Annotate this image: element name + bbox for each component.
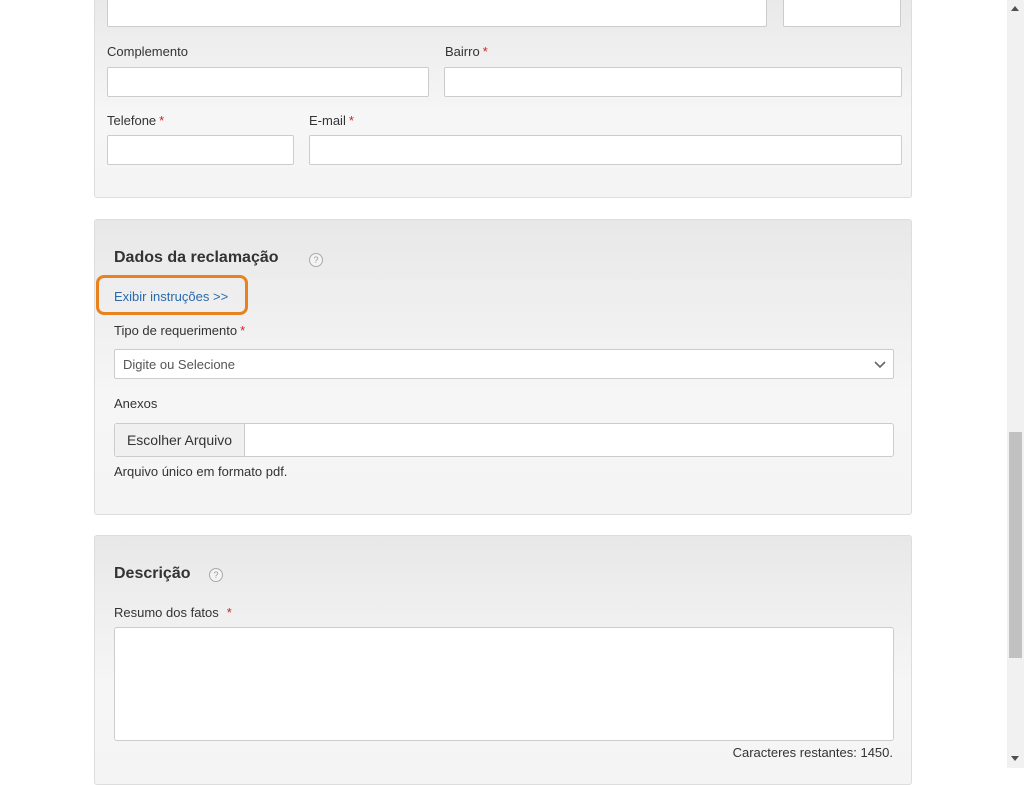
resumo-label: Resumo dos fatos *	[114, 605, 232, 620]
description-title: Descrição	[114, 565, 191, 582]
file-input[interactable]: Escolher Arquivo	[114, 423, 894, 457]
remaining-characters: Caracteres restantes: 1450.	[732, 745, 893, 760]
number-input[interactable]	[783, 0, 901, 27]
scrollbar-thumb[interactable]	[1009, 432, 1022, 658]
street-input[interactable]	[107, 0, 767, 27]
help-icon[interactable]: ?	[309, 253, 323, 267]
required-mark: *	[348, 113, 354, 128]
show-instructions-link[interactable]: Exibir instruções >>	[114, 289, 228, 304]
telefone-input[interactable]	[107, 135, 294, 165]
required-mark: *	[226, 605, 232, 620]
page-scrollbar[interactable]	[1007, 0, 1024, 768]
complemento-input[interactable]	[107, 67, 429, 97]
choose-file-button[interactable]: Escolher Arquivo	[115, 424, 245, 456]
scroll-up-arrow[interactable]	[1011, 6, 1019, 11]
file-hint: Arquivo único em formato pdf.	[114, 464, 288, 479]
tipo-select-value: Digite ou Selecione	[123, 357, 236, 372]
telefone-label: Telefone *	[107, 113, 165, 128]
required-mark: *	[482, 44, 488, 59]
bairro-input[interactable]	[444, 67, 902, 97]
bairro-label: Bairro *	[445, 44, 488, 59]
address-panel: Complemento Bairro * Telefone * E-mail *	[94, 0, 912, 198]
tipo-label: Tipo de requerimento *	[114, 323, 246, 338]
tipo-select[interactable]: Digite ou Selecione	[114, 349, 894, 379]
resumo-textarea[interactable]	[114, 627, 894, 741]
anexos-label: Anexos	[114, 396, 158, 411]
scroll-down-arrow[interactable]	[1011, 756, 1019, 761]
help-icon[interactable]: ?	[209, 568, 223, 582]
required-mark: *	[159, 113, 165, 128]
email-input[interactable]	[309, 135, 902, 165]
description-panel: Descrição ? Resumo dos fatos * Caracteres…	[94, 535, 912, 785]
complemento-label: Complemento	[107, 44, 188, 59]
complaint-title: Dados da reclamação	[114, 249, 279, 266]
email-label: E-mail *	[309, 113, 354, 128]
required-mark: *	[240, 323, 246, 338]
chevron-down-icon	[874, 361, 886, 369]
complaint-panel: Dados da reclamação ? Exibir instruções …	[94, 219, 912, 515]
